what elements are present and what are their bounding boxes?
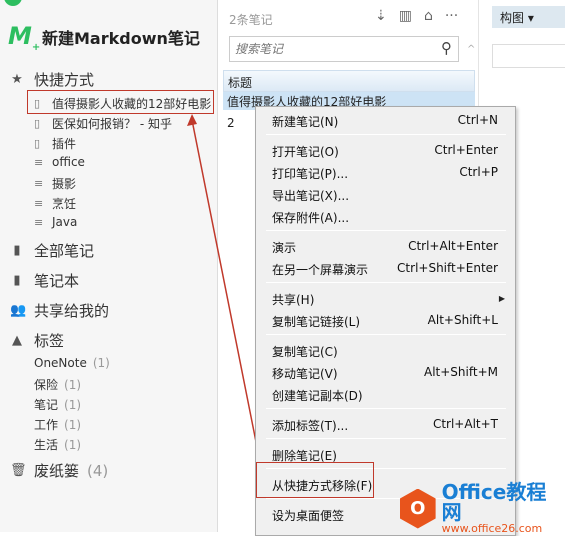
menu-item-shortcut: Ctrl+P (459, 165, 498, 179)
watermark-brand: Office教程网 (441, 480, 547, 524)
menu-item-label: 打印笔记(P)... (272, 167, 349, 181)
menu-item[interactable]: 在另一个屏幕演示 Ctrl+Shift+Enter (272, 261, 498, 281)
menu-item-shortcut: Ctrl+Alt+Enter (408, 239, 498, 253)
menu-item[interactable]: 共享(H) (272, 291, 498, 311)
menu-item-shortcut: Ctrl+Alt+T (432, 417, 498, 431)
menu-item-shortcut: Ctrl+N (457, 113, 498, 127)
menu-item[interactable]: 演示 Ctrl+Alt+Enter (272, 239, 498, 259)
menu-item[interactable]: 创建笔记副本(D) (272, 387, 498, 407)
menu-item-label: 设为桌面便签 (272, 509, 345, 523)
menu-separator (266, 230, 506, 231)
submenu-arrow-icon: ▶ (498, 294, 505, 303)
office-logo-icon: O (400, 488, 436, 529)
menu-item[interactable]: 新建笔记(N) Ctrl+N (272, 113, 498, 133)
menu-item-label: 新建笔记(N) (272, 115, 339, 129)
menu-separator (266, 134, 506, 135)
menu-separator (266, 408, 506, 409)
menu-separator (266, 282, 506, 283)
menu-item-label: 复制笔记链接(L) (272, 315, 361, 329)
watermark: O Office教程网 www.office26.com (400, 482, 565, 535)
menu-item[interactable]: 复制笔记链接(L) Alt+Shift+L (272, 313, 498, 333)
menu-item-label: 复制笔记(C) (272, 345, 338, 359)
menu-item-label: 导出笔记(X)... (272, 189, 350, 203)
menu-item-label: 添加标签(T)... (272, 419, 349, 433)
menu-item-label: 演示 (272, 241, 297, 255)
menu-item[interactable]: 打开笔记(O) Ctrl+Enter (272, 143, 498, 163)
menu-item-shortcut: Alt+Shift+M (424, 365, 498, 379)
menu-item[interactable]: 添加标签(T)... Ctrl+Alt+T (272, 417, 498, 437)
menu-item-shortcut: Ctrl+Shift+Enter (397, 261, 498, 275)
menu-separator (266, 334, 506, 335)
menu-item-shortcut: Ctrl+Enter (434, 143, 498, 157)
menu-item[interactable]: 移动笔记(V) Alt+Shift+M (272, 365, 498, 385)
menu-item-label: 共享(H) (272, 293, 315, 307)
menu-item-shortcut: Alt+Shift+L (427, 313, 498, 327)
menu-item-label: 创建笔记副本(D) (272, 389, 363, 403)
watermark-url: www.office26.com (441, 522, 543, 535)
highlight-box (256, 462, 374, 498)
menu-item-label: 在另一个屏幕演示 (272, 263, 369, 277)
context-menu: 新建笔记(N) Ctrl+N 打开笔记(O) Ctrl+Enter 打印笔记(P)...… (255, 106, 516, 536)
menu-item[interactable]: 导出笔记(X)... (272, 187, 498, 207)
menu-item-label: 保存附件(A)... (272, 211, 350, 225)
menu-separator (266, 438, 506, 439)
menu-item-label: 打开笔记(O) (272, 145, 339, 159)
menu-item-label: 移动笔记(V) (272, 367, 338, 381)
menu-item[interactable]: 复制笔记(C) (272, 343, 498, 363)
menu-item[interactable]: 打印笔记(P)... Ctrl+P (272, 165, 498, 185)
menu-item[interactable]: 保存附件(A)... (272, 209, 498, 229)
